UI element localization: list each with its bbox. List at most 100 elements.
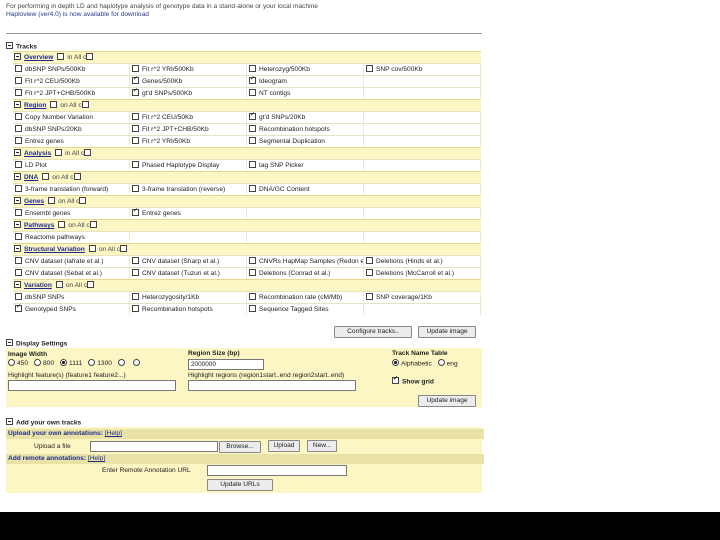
group-all-checkbox[interactable] <box>86 52 94 60</box>
group-all-checkbox[interactable] <box>84 148 92 156</box>
track-checkbox[interactable] <box>15 64 22 72</box>
display-update-image-button[interactable]: Update image <box>418 395 476 407</box>
track-group-name[interactable]: Region <box>24 102 46 109</box>
track-cell[interactable]: Recombination rate (cM/Mb) <box>247 292 364 303</box>
track-cell[interactable]: CNV dataset (Iafrate et al.) <box>13 256 130 267</box>
collapse-group-icon[interactable] <box>14 172 21 180</box>
collapse-tracks-icon[interactable] <box>6 42 13 49</box>
upload-button[interactable]: Upload <box>268 440 300 452</box>
track-cell[interactable]: Genes/500Kb <box>130 76 247 87</box>
group-all-checkbox[interactable] <box>120 244 128 252</box>
track-cell[interactable]: tag SNP Picker <box>247 160 364 171</box>
haploview-link[interactable]: Haploview (ver4.0) is now available for … <box>6 11 318 19</box>
track-cell[interactable]: Entrez genes <box>13 136 130 147</box>
track-group-name[interactable]: Overview <box>24 54 53 61</box>
collapse-group-icon[interactable] <box>14 280 21 288</box>
track-cell[interactable]: LD Plot <box>13 160 130 171</box>
alphabetic-radio[interactable] <box>392 359 399 366</box>
track-checkbox[interactable] <box>132 88 139 96</box>
track-cell[interactable]: Fit r^2 YRI/500Kb <box>130 64 247 75</box>
track-group-name[interactable]: Variation <box>24 282 52 289</box>
track-checkbox[interactable] <box>15 232 22 240</box>
track-checkbox[interactable] <box>15 184 22 192</box>
track-cell[interactable]: dbSNP SNPs <box>13 292 130 303</box>
track-checkbox[interactable] <box>15 304 22 312</box>
track-cell[interactable]: Genotyped SNPs <box>13 304 130 315</box>
new-button[interactable]: New... <box>307 440 337 452</box>
group-all-checkbox[interactable] <box>81 100 89 108</box>
track-group-name[interactable]: Analysis <box>24 150 51 157</box>
track-cell[interactable]: CNVRs HapMap Samples (Redon et al.) <box>247 256 364 267</box>
add-own-tracks-header[interactable]: Add your own tracks <box>6 418 81 426</box>
track-checkbox[interactable] <box>249 292 256 300</box>
track-cell[interactable]: Heterozyg/500Kb <box>247 64 364 75</box>
track-cell[interactable]: Recombination hotspots <box>247 124 364 135</box>
track-cell[interactable]: Fit r^2 JPT+CHB/500Kb <box>13 88 130 99</box>
track-checkbox[interactable] <box>132 160 139 168</box>
tracks-section-header[interactable]: Tracks <box>6 42 37 50</box>
group-toggle-checkbox[interactable] <box>57 52 65 60</box>
track-cell[interactable]: 3-frame translation (reverse) <box>130 184 247 195</box>
group-all-checkbox[interactable] <box>73 172 81 180</box>
track-checkbox[interactable] <box>15 124 22 132</box>
track-cell[interactable]: Recombination hotspots <box>130 304 247 315</box>
group-toggle-checkbox[interactable] <box>55 148 63 156</box>
track-group-name[interactable]: Genes <box>24 198 44 205</box>
image-width-radio[interactable] <box>88 359 96 366</box>
track-checkbox[interactable] <box>132 268 139 276</box>
track-cell[interactable]: CNV dataset (Tuzun et al.) <box>130 268 247 279</box>
track-checkbox[interactable] <box>132 136 139 144</box>
track-cell[interactable]: dbSNP SNPs/20Kb <box>13 124 130 135</box>
collapse-group-icon[interactable] <box>14 148 21 156</box>
track-cell[interactable]: Reactome pathways <box>13 232 130 243</box>
track-cell[interactable]: Phased Haplotype Display <box>130 160 247 171</box>
track-checkbox[interactable] <box>15 292 22 300</box>
track-cell[interactable]: dbSNP SNPs/500Kb <box>13 64 130 75</box>
upload-file-input[interactable] <box>90 441 218 452</box>
highlight-feature-input[interactable] <box>8 380 176 391</box>
track-checkbox[interactable] <box>366 268 373 276</box>
track-checkbox[interactable] <box>132 124 139 132</box>
region-size-input[interactable]: 2000000 <box>188 359 264 370</box>
track-checkbox[interactable] <box>132 64 139 72</box>
highlight-regions-input[interactable] <box>188 380 356 391</box>
track-cell[interactable]: Copy Number Variation <box>13 112 130 123</box>
track-checkbox[interactable] <box>15 88 22 96</box>
track-cell[interactable]: Heterozygosity/1Kb <box>130 292 247 303</box>
image-width-radio[interactable] <box>8 359 15 366</box>
track-checkbox[interactable] <box>249 76 256 84</box>
track-cell[interactable]: Entrez genes <box>130 208 247 219</box>
track-group-name[interactable]: Structural Variation <box>24 246 85 253</box>
group-toggle-checkbox[interactable] <box>88 244 96 252</box>
track-checkbox[interactable] <box>132 256 139 264</box>
image-width-radio[interactable] <box>60 359 68 366</box>
track-checkbox[interactable] <box>366 256 373 264</box>
track-cell[interactable]: Ideogram <box>247 76 364 87</box>
remote-help-link[interactable]: [Help] <box>88 455 105 462</box>
collapse-display-icon[interactable] <box>6 339 13 346</box>
collapse-group-icon[interactable] <box>14 220 21 228</box>
track-cell[interactable]: Fit r^2 CEU/50Kb <box>130 112 247 123</box>
track-checkbox[interactable] <box>15 256 22 264</box>
track-group-name[interactable]: Pathways <box>24 222 54 229</box>
track-cell[interactable]: Deletions (Conrad et al.) <box>247 268 364 279</box>
group-toggle-checkbox[interactable] <box>55 280 63 288</box>
collapse-group-icon[interactable] <box>14 244 21 252</box>
track-checkbox[interactable] <box>132 76 139 84</box>
upload-help-link[interactable]: [Help] <box>105 430 122 437</box>
collapse-group-icon[interactable] <box>14 100 21 108</box>
image-width-radio[interactable] <box>132 359 140 366</box>
track-cell[interactable]: CNV dataset (Sharp et al.) <box>130 256 247 267</box>
track-cell[interactable]: Fit r^2 JPT+CHB/50Kb <box>130 124 247 135</box>
track-checkbox[interactable] <box>15 160 22 168</box>
track-checkbox[interactable] <box>15 76 22 84</box>
eng-radio[interactable] <box>437 359 445 366</box>
track-cell[interactable]: gt'd SNPs/500Kb <box>130 88 247 99</box>
track-checkbox[interactable] <box>132 304 139 312</box>
track-checkbox[interactable] <box>249 160 256 168</box>
track-checkbox[interactable] <box>249 88 256 96</box>
track-cell[interactable]: Sequence Tagged Sites <box>247 304 364 315</box>
track-group-name[interactable]: DNA <box>24 174 38 181</box>
track-checkbox[interactable] <box>132 112 139 120</box>
track-checkbox[interactable] <box>249 256 256 264</box>
